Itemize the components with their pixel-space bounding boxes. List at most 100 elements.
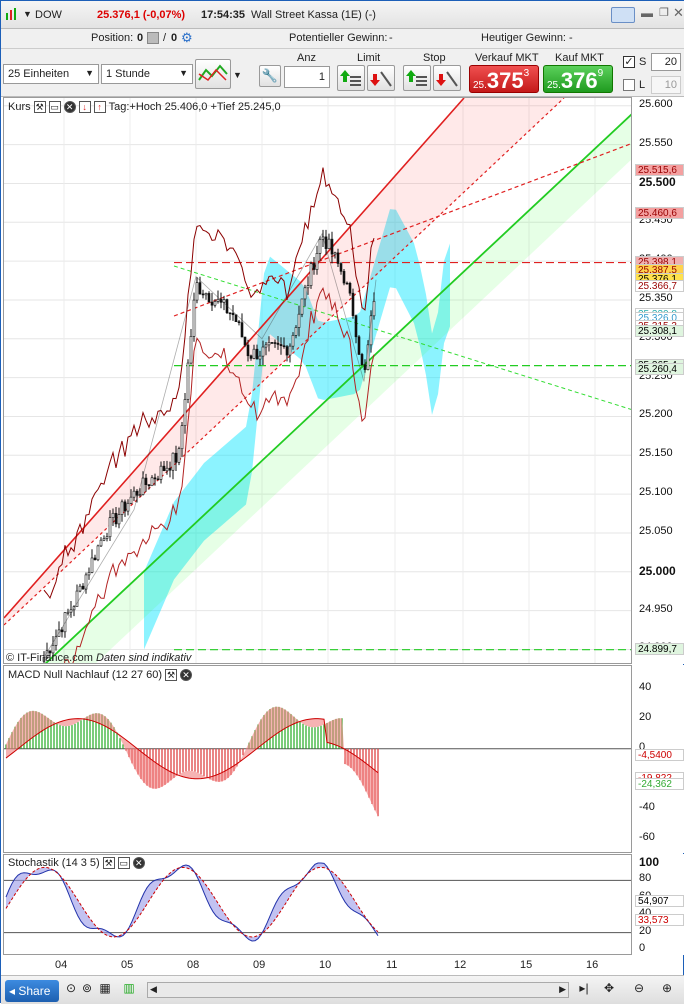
zoom-area-icon[interactable]: ⊚ <box>79 980 95 996</box>
quantity-input[interactable]: 1 <box>284 66 330 88</box>
chevron-down-icon: ▼ <box>85 68 94 78</box>
candle-body <box>201 293 205 296</box>
today-gain-value: - <box>569 32 573 44</box>
x-tick-label: 11 <box>386 959 398 971</box>
close-position-icon[interactable] <box>147 32 159 44</box>
macd-svg[interactable] <box>4 666 632 853</box>
grid-icon[interactable]: ▦ <box>97 980 113 996</box>
wrench-icon[interactable]: ⚒ <box>165 669 178 681</box>
y-tick-label: 25.500 <box>639 175 676 190</box>
candle-body <box>309 263 313 286</box>
sell-market-button[interactable]: 25.3753 <box>469 65 539 93</box>
y-tick-label: 25.100 <box>639 486 673 499</box>
close-panel-icon[interactable]: ✕ <box>132 857 145 869</box>
x-tick-label: 04 <box>55 959 68 971</box>
share-button[interactable]: ◂ Share <box>5 980 59 1002</box>
candle-body <box>153 477 157 480</box>
settings-gear-icon[interactable]: ⚙ <box>181 30 193 46</box>
price-level-badge: 24.899,7 <box>635 642 684 655</box>
stop-buy-button[interactable] <box>403 65 431 91</box>
macd-tick-label: 40 <box>639 680 652 693</box>
candle-body <box>348 282 352 294</box>
price-chart-svg[interactable] <box>4 98 632 664</box>
scroll-right-icon[interactable]: ▶ <box>559 984 566 995</box>
macd-panel[interactable]: MACD Null Nachlauf (12 27 60) ⚒ ✕ <box>3 665 632 853</box>
zoom-out-icon[interactable]: ⊖ <box>631 980 647 996</box>
interval-select[interactable]: 1 Stunde ▼ <box>101 64 193 84</box>
close-panel-icon[interactable]: ✕ <box>63 101 76 113</box>
price-y-axis: 25.60025.55025.50025.45025.40025.35025.3… <box>633 97 684 664</box>
buy-market-button[interactable]: 25.3769 <box>543 65 613 93</box>
candle-body <box>276 342 280 345</box>
stochastic-panel[interactable]: Stochastik (14 3 5) ⚒ ▭ ✕ <box>3 854 632 955</box>
candle-body <box>180 425 184 450</box>
candle-body <box>66 611 70 614</box>
candle-body <box>351 292 355 316</box>
buy-price-main: 376 <box>560 68 598 93</box>
l-checkbox[interactable] <box>623 79 635 91</box>
candle-body <box>279 344 283 347</box>
wrench-icon[interactable]: 🔧 <box>259 65 281 87</box>
chart-type-button[interactable] <box>195 59 231 89</box>
candle-body <box>360 354 364 366</box>
candle-body <box>231 312 235 316</box>
candles-icon[interactable]: ▥ <box>121 980 137 996</box>
candle-body <box>357 336 361 355</box>
share-label: Share <box>18 984 51 998</box>
units-select[interactable]: 25 Einheiten ▼ <box>3 64 99 84</box>
stochastic-svg[interactable] <box>4 855 632 955</box>
wrench-icon[interactable]: ⚒ <box>33 101 46 113</box>
wrench-icon[interactable]: ⚒ <box>102 857 115 869</box>
candle-body <box>195 282 199 301</box>
scroll-end-icon[interactable]: ▸| <box>576 980 592 996</box>
price-panel-header: Kurs ⚒ ▭ ✕ ↓ ↑ Tag:+Hoch 25.406,0 +Tief … <box>8 101 281 113</box>
candle-body <box>261 346 265 357</box>
maximize-icon[interactable]: ❐ <box>659 6 669 19</box>
candle-body <box>81 585 85 590</box>
price-level-badge: 25.260,4 <box>635 362 684 375</box>
chart-type-dropdown-icon[interactable]: ▼ <box>233 70 242 80</box>
stochastic-value-badge: 33,573 <box>635 913 684 926</box>
close-icon[interactable]: ✕ <box>673 5 684 21</box>
candle-body <box>174 452 178 463</box>
title-bar: ▼ DOW 25.376,1 (-0,07%) 17:54:35 Wall St… <box>1 1 684 29</box>
zoom-in-icon[interactable]: ⊕ <box>659 980 675 996</box>
crosshair-zoom-icon[interactable]: ✥ <box>601 980 617 996</box>
s-checkbox[interactable]: ✓ <box>623 56 635 68</box>
limit-buy-button[interactable] <box>337 65 365 91</box>
window-icon[interactable]: ▭ <box>117 857 130 869</box>
buy-label: Kauf MKT <box>555 52 604 64</box>
price-chart-panel[interactable]: Kurs ⚒ ▭ ✕ ↓ ↑ Tag:+Hoch 25.406,0 +Tief … <box>3 97 632 664</box>
candle-body <box>177 448 181 463</box>
symbol-label[interactable]: DOW <box>35 9 62 21</box>
zoom-fit-icon[interactable]: ⊙ <box>63 980 79 996</box>
symbol-dropdown-icon[interactable]: ▼ <box>23 9 32 19</box>
keyboard-icon[interactable] <box>611 7 635 23</box>
move-up-icon[interactable]: ↑ <box>93 101 106 113</box>
move-down-icon[interactable]: ↓ <box>78 101 91 113</box>
horizontal-scrollbar[interactable]: ◀ ▶ <box>147 982 569 998</box>
s-input[interactable]: 20 <box>651 53 681 71</box>
position-label: Position: <box>91 32 134 44</box>
limit-sell-button[interactable] <box>367 65 395 91</box>
candle-body <box>216 299 220 302</box>
candle-body <box>354 315 358 338</box>
candle-body <box>333 252 337 255</box>
minimize-icon[interactable]: ▬ <box>641 6 653 20</box>
y-tick-label: 25.350 <box>639 291 673 304</box>
bottom-toolbar: ◂ Share ⊙ ⊚ ▦ ▥ ◀ ▶ ▸| ✥ ⊖ ⊕ <box>1 975 684 1004</box>
window-icon[interactable]: ▭ <box>48 101 61 113</box>
y-tick-label: 25.150 <box>639 447 673 460</box>
candle-body <box>255 348 259 360</box>
limit-label: Limit <box>357 52 381 64</box>
l-input[interactable]: 10 <box>651 76 681 94</box>
stop-sell-button[interactable] <box>433 65 461 91</box>
candle-body <box>345 282 349 285</box>
candle-body <box>234 314 238 323</box>
stochastic-label: Stochastik (14 3 5) <box>8 857 100 869</box>
candle-body <box>90 557 94 573</box>
candle-body <box>159 465 163 480</box>
close-panel-icon[interactable]: ✕ <box>180 669 193 681</box>
scroll-left-icon[interactable]: ◀ <box>150 984 157 995</box>
candle-body <box>87 572 91 576</box>
